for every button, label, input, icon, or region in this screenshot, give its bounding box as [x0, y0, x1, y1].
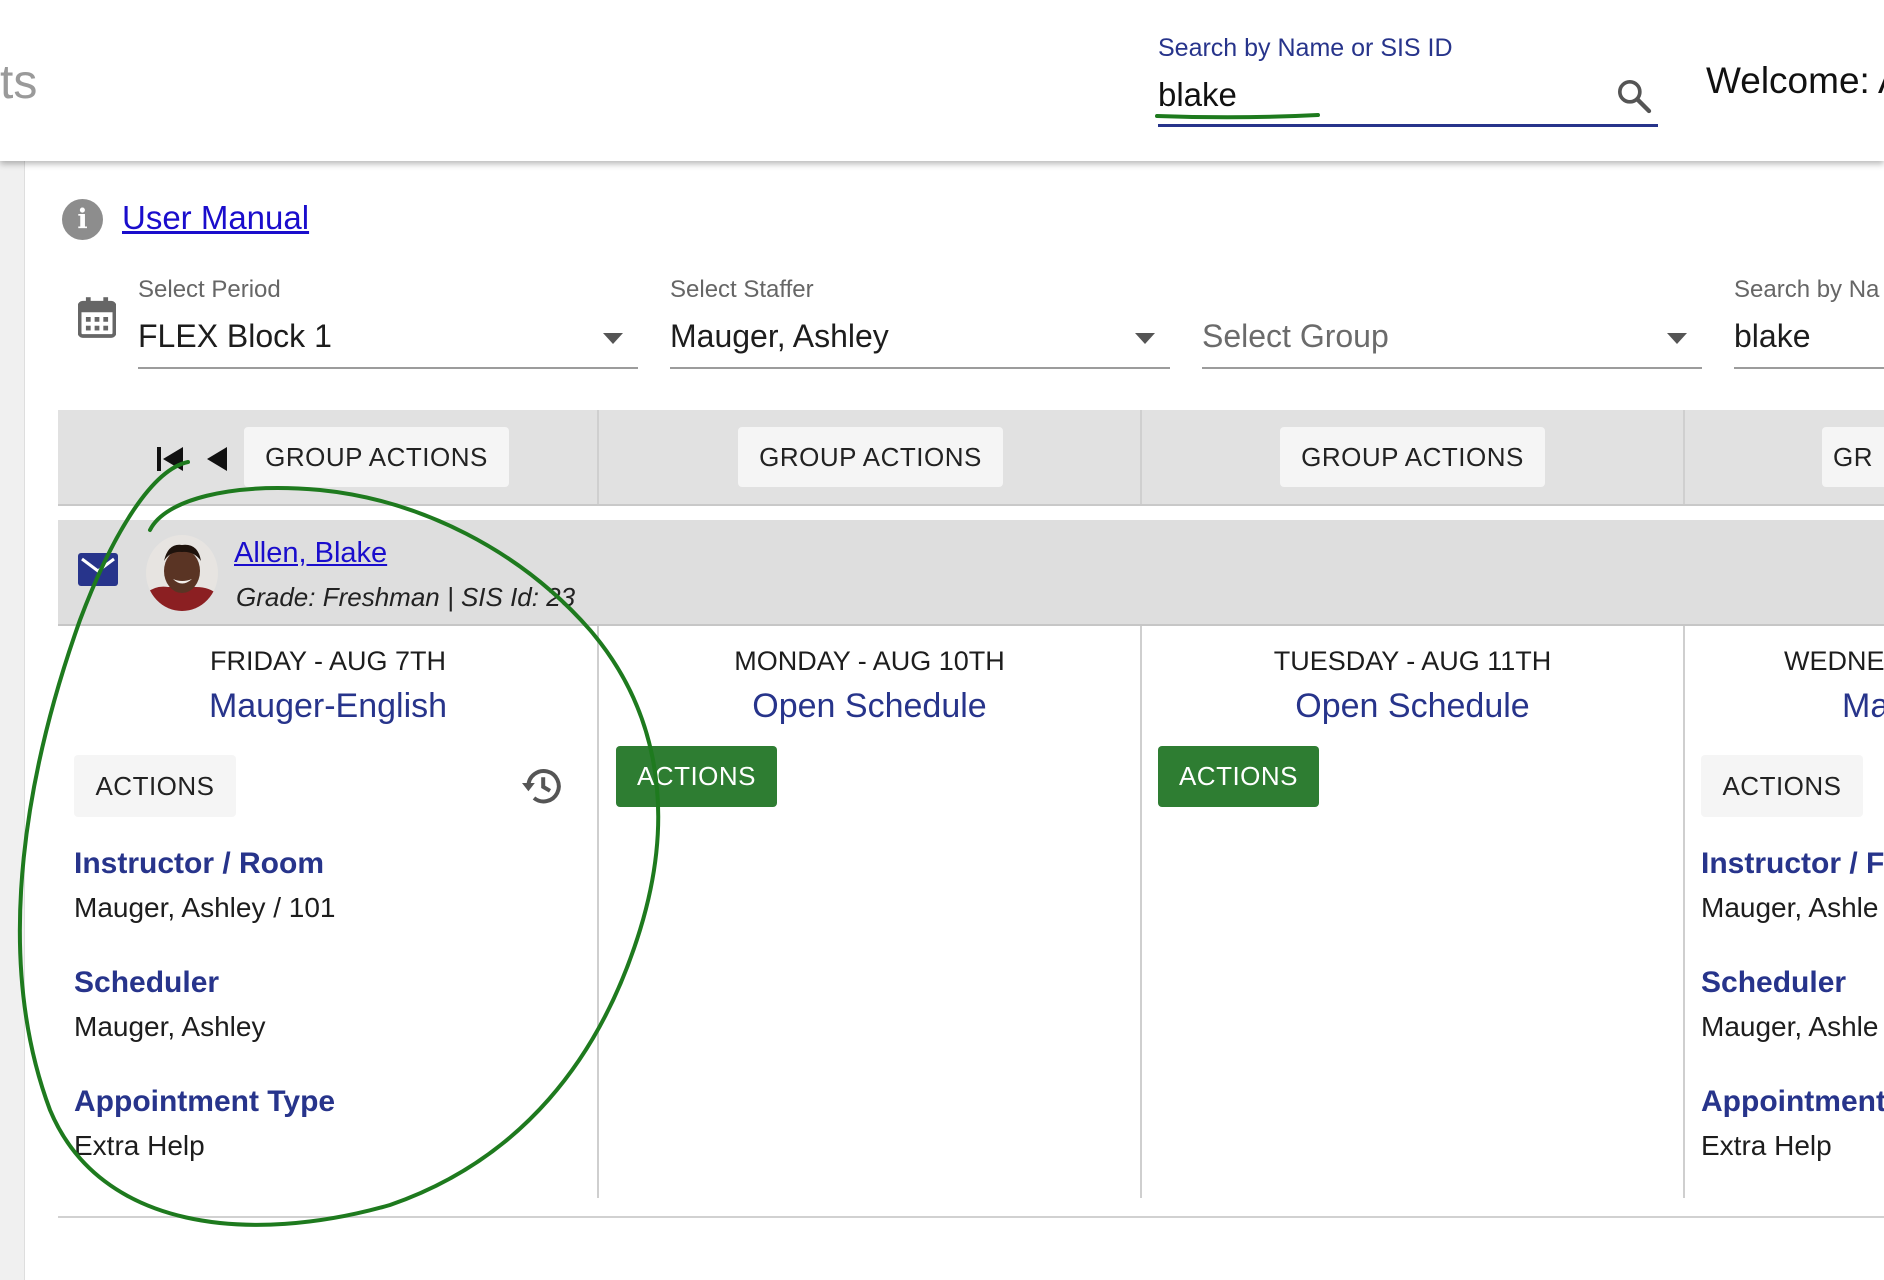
scheduler-value: Mauger, Ashle	[1701, 1011, 1879, 1042]
instructor-room-value: Mauger, Ashle	[1701, 892, 1879, 923]
calendar-icon	[78, 297, 116, 338]
actions-button[interactable]: ACTIONS	[1701, 755, 1863, 817]
column-divider	[597, 410, 599, 504]
appointment-type-value: Extra Help	[74, 1130, 205, 1161]
user-manual-link[interactable]: User Manual	[122, 199, 309, 237]
day-header: FRIDAY - AUG 7TH	[209, 646, 447, 676]
name-search-underline	[1734, 367, 1884, 369]
instructor-room-title: Instructor / F	[1701, 847, 1884, 880]
column-divider	[1683, 410, 1685, 504]
instructor-room-title: Instructor / Room	[74, 847, 325, 880]
day-schedule: Open Schedule	[1295, 687, 1530, 725]
appointment-type-title: Appointment	[1701, 1085, 1884, 1118]
staffer-label: Select Staffer	[670, 276, 814, 303]
group-actions-button[interactable]: GROUP ACTIONS	[738, 427, 1003, 487]
appointment-type-title: Appointment Type	[74, 1085, 336, 1118]
column-divider	[1683, 626, 1685, 1198]
search-input-underline	[1158, 124, 1658, 127]
group-underline	[1202, 367, 1702, 369]
welcome-text: Welcome: A	[1706, 60, 1884, 101]
side-rail	[0, 161, 25, 1280]
day-header: WEDNE	[1784, 646, 1884, 676]
column-divider	[1140, 410, 1142, 504]
student-meta: Grade: Freshman | SIS Id: 23	[236, 582, 576, 612]
chevron-down-icon[interactable]	[1135, 333, 1155, 344]
mail-icon[interactable]	[78, 553, 118, 586]
day-schedule: Mauger-English	[208, 687, 448, 725]
student-name-link[interactable]: Allen, Blake	[234, 537, 387, 570]
group-actions-button[interactable]: GR	[1822, 427, 1884, 487]
actions-button[interactable]: ACTIONS	[1158, 746, 1319, 807]
group-actions-button[interactable]: GROUP ACTIONS	[244, 427, 509, 487]
day-schedule: Open Schedule	[752, 687, 987, 725]
scheduler-title: Scheduler	[74, 966, 220, 999]
app-title: ts	[0, 56, 38, 109]
period-underline	[138, 367, 638, 369]
previous-icon[interactable]	[205, 446, 229, 472]
day-header: MONDAY - AUG 10TH	[734, 646, 1005, 676]
scheduler-value: Mauger, Ashley	[74, 1011, 266, 1042]
info-icon: i	[62, 199, 103, 240]
search-icon[interactable]	[1614, 76, 1654, 116]
avatar	[146, 535, 218, 611]
search-label: Search by Name or SIS ID	[1158, 34, 1453, 62]
name-search-value[interactable]: blake	[1734, 318, 1811, 355]
staffer-underline	[670, 367, 1170, 369]
scheduler-title: Scheduler	[1701, 966, 1847, 999]
period-label: Select Period	[138, 276, 281, 303]
staffer-value[interactable]: Mauger, Ashley	[670, 318, 889, 355]
chevron-down-icon[interactable]	[1667, 333, 1687, 344]
chevron-down-icon[interactable]	[603, 333, 623, 344]
first-page-icon[interactable]	[157, 446, 187, 472]
instructor-room-value: Mauger, Ashley / 101	[74, 892, 336, 923]
history-icon[interactable]	[518, 762, 566, 810]
group-placeholder[interactable]: Select Group	[1202, 318, 1389, 355]
appointment-type-value: Extra Help	[1701, 1130, 1832, 1161]
top-app-bar: ts Search by Name or SIS ID blake Welcom…	[0, 0, 1884, 161]
group-actions-button[interactable]: GROUP ACTIONS	[1280, 427, 1545, 487]
day-header: TUESDAY - AUG 11TH	[1273, 646, 1552, 676]
actions-button[interactable]: ACTIONS	[74, 755, 236, 817]
card-bottom-border	[58, 1216, 1884, 1218]
name-search-label: Search by Na	[1734, 276, 1880, 303]
period-value[interactable]: FLEX Block 1	[138, 318, 332, 355]
actions-button[interactable]: ACTIONS	[616, 746, 777, 807]
search-input[interactable]: blake	[1158, 76, 1237, 114]
day-schedule: Ma	[1842, 687, 1884, 725]
